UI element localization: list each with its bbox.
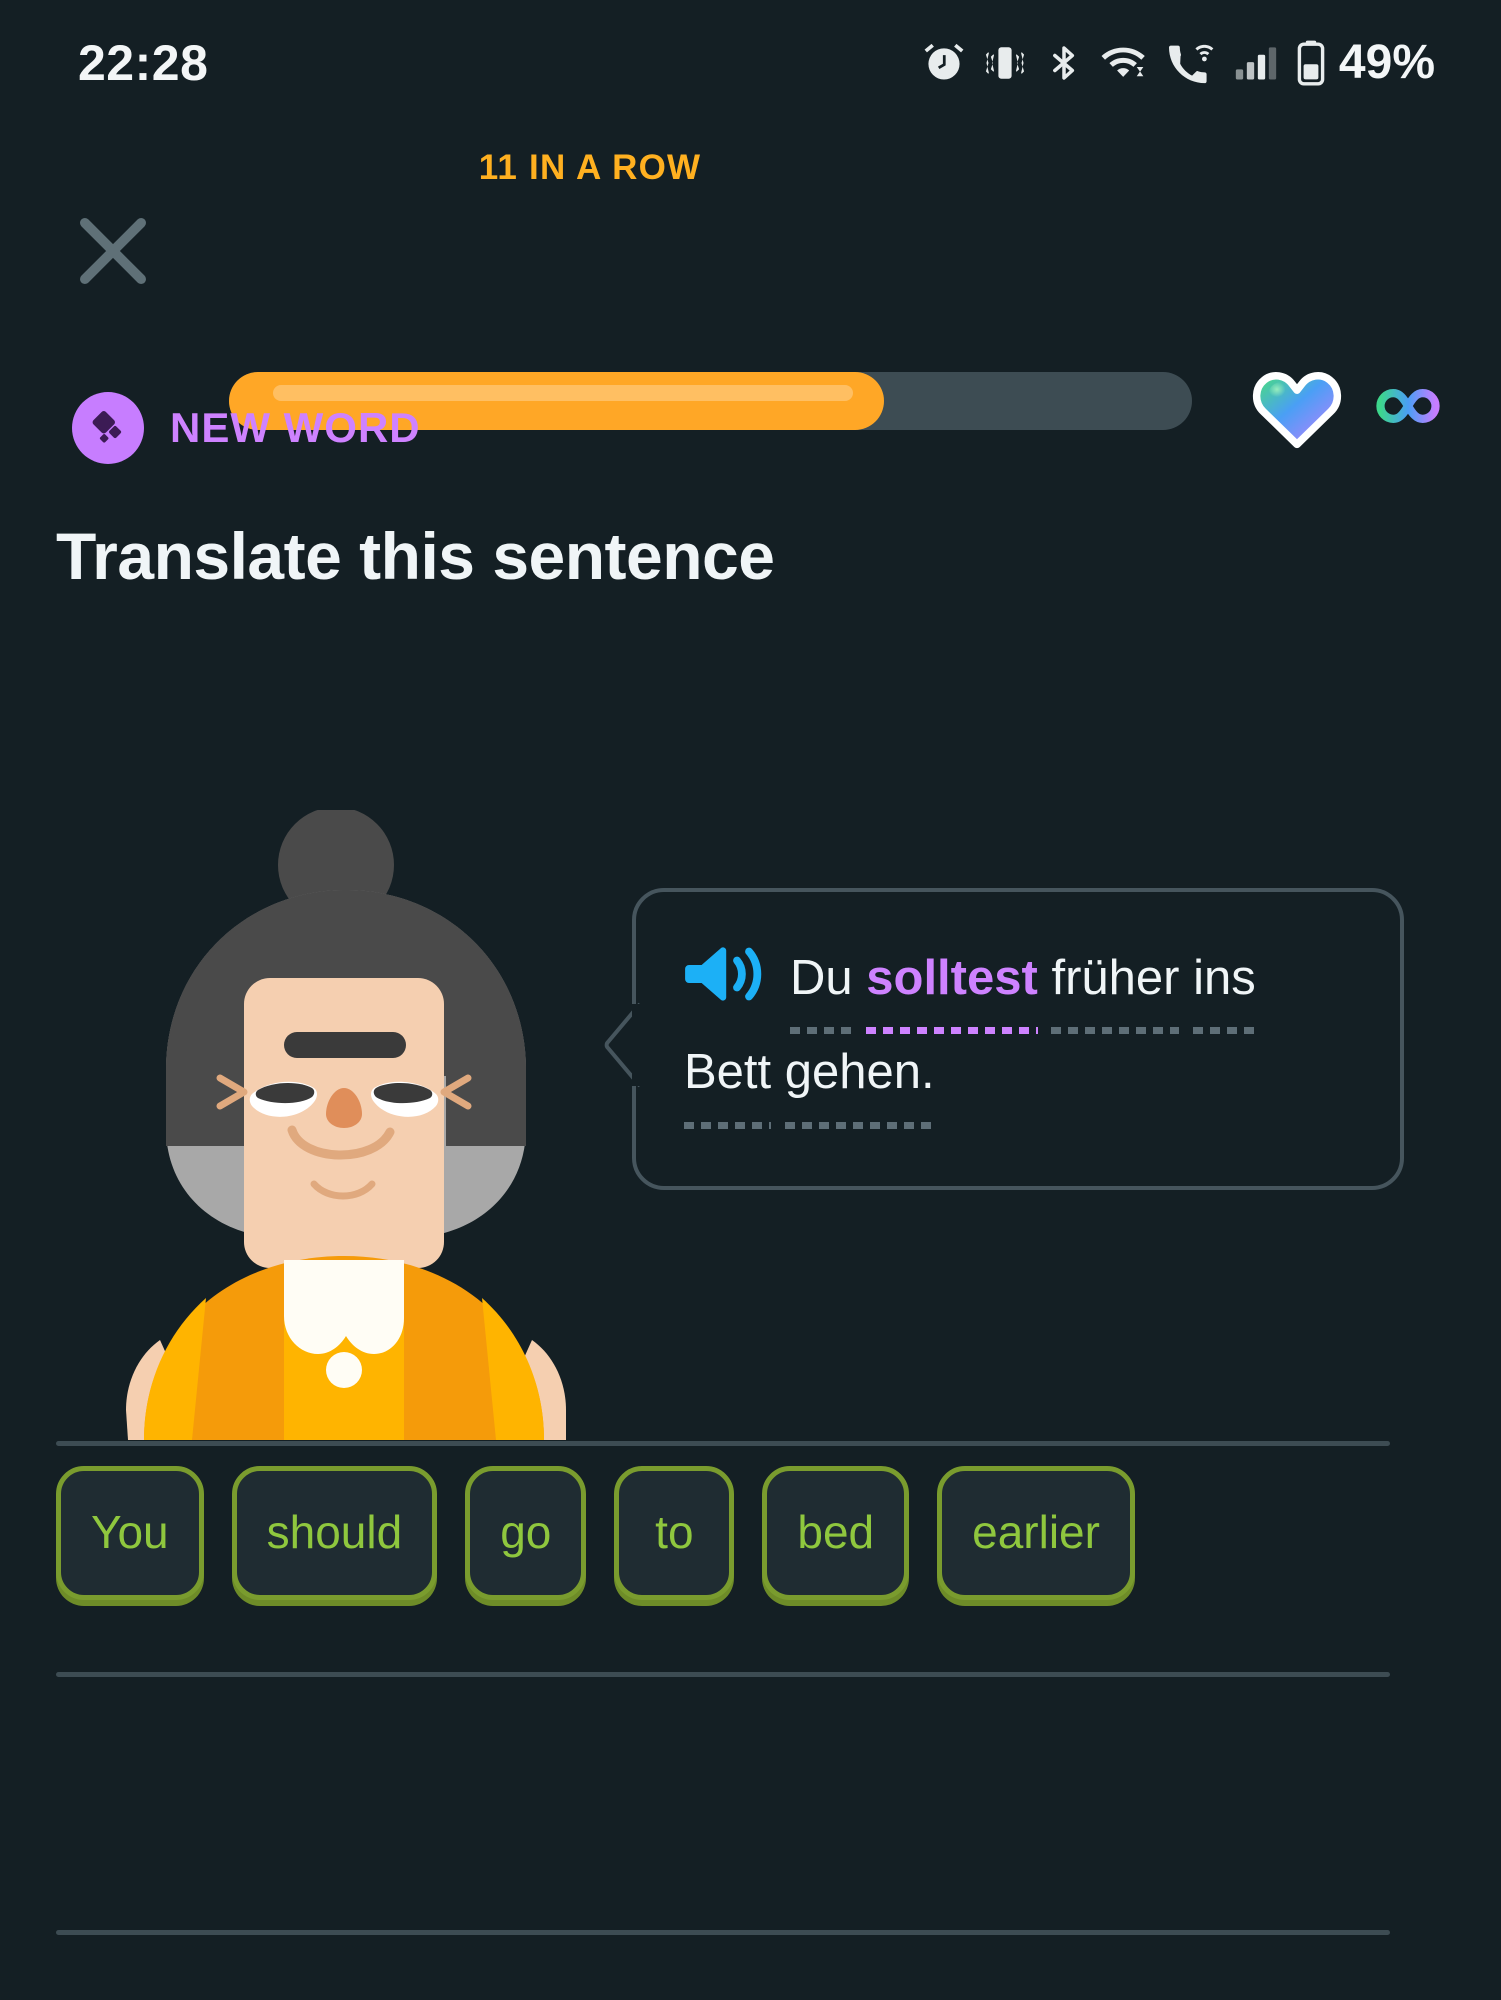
status-bar: 22:28 49% [0, 0, 1501, 125]
prompt-text-line2: Bett gehen. [684, 1030, 1364, 1129]
wifi-calling-icon [1168, 44, 1214, 83]
word-tile-label: earlier [972, 1506, 1100, 1558]
word-tile-label: bed [797, 1506, 875, 1558]
new-word-icon-circle [72, 392, 144, 464]
word-tile[interactable]: to [614, 1466, 735, 1600]
prompt-word[interactable]: Bett [684, 1030, 772, 1129]
battery-percentage: 49% [1338, 36, 1435, 89]
speech-bubble-tail [604, 1002, 640, 1088]
wifi-icon [1101, 47, 1145, 77]
word-bank: You should go to bed earlier [56, 1466, 1416, 1600]
bluetooth-icon [1053, 45, 1075, 80]
word-tile[interactable]: You [56, 1466, 204, 1600]
bottom-divider [56, 1930, 1390, 1935]
status-time: 22:28 [78, 34, 209, 91]
word-bank-divider [56, 1672, 1390, 1677]
new-word-label: NEW WORD [170, 404, 421, 451]
word-tile[interactable]: go [465, 1466, 587, 1600]
prompt-word-highlighted[interactable]: solltest [866, 936, 1038, 1035]
word-tile[interactable]: earlier [937, 1466, 1135, 1600]
gradient-heart-icon[interactable] [1251, 363, 1343, 449]
word-tile-label: You [91, 1506, 169, 1558]
word-tile[interactable]: should [231, 1466, 438, 1600]
character-illustration [126, 807, 566, 1440]
speaker-icon [685, 947, 762, 1001]
status-icon-group: 49% [922, 35, 1435, 90]
prompt-word[interactable]: früher [1051, 936, 1180, 1035]
cellular-signal-icon [1235, 46, 1277, 79]
alarm-icon [924, 43, 964, 79]
sparkle-diamond-icon [92, 411, 122, 443]
streak-counter-label: 11 IN A ROW [478, 148, 702, 187]
hearts-group[interactable] [1251, 363, 1447, 449]
close-icon [80, 218, 146, 284]
word-tile[interactable]: bed [762, 1466, 910, 1600]
battery-icon [1297, 40, 1325, 85]
infinity-icon[interactable] [1369, 381, 1447, 431]
prompt-word[interactable]: Du [790, 936, 853, 1035]
lucy-avatar [108, 807, 618, 1450]
prompt-line-1: Du solltest früher ins [680, 936, 1364, 1035]
new-word-badge: NEW WORD [72, 392, 421, 464]
word-tile-label: to [655, 1506, 694, 1558]
vibrate-icon [985, 46, 1024, 79]
page-title: Translate this sentence [56, 519, 775, 593]
prompt-word[interactable]: ins [1193, 936, 1256, 1035]
close-lesson-button[interactable] [68, 206, 158, 296]
prompt-text-line1: Du solltest früher ins [790, 936, 1256, 1035]
lesson-header: 11 IN A ROW [0, 148, 1501, 449]
prompt-word[interactable]: gehen. [784, 1030, 935, 1129]
answer-area-divider-top [56, 1441, 1390, 1446]
speaker-button[interactable] [680, 938, 764, 1015]
prompt-speech-bubble: Du solltest früher ins Bett gehen. [604, 888, 1404, 1190]
word-tile-label: should [266, 1506, 403, 1558]
word-tile-label: go [500, 1506, 552, 1558]
